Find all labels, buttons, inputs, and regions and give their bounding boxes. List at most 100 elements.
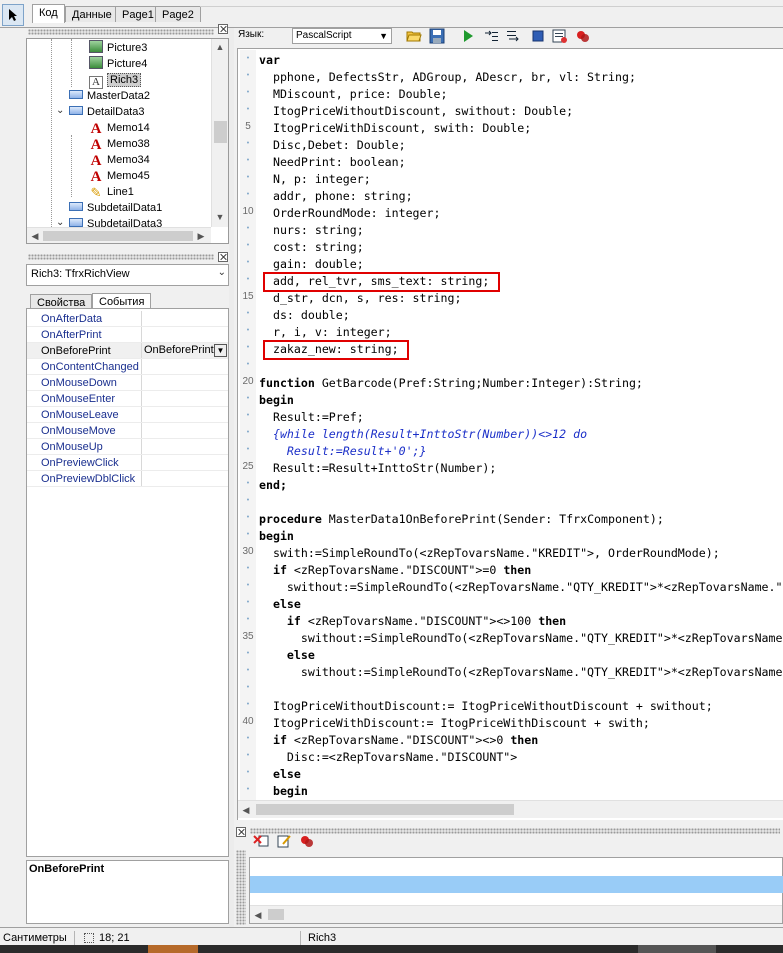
code-line[interactable]: swithout:=SimpleRoundTo(<zRepTovarsName.…: [259, 630, 783, 647]
code-line[interactable]: Result:=Pref;: [259, 409, 364, 426]
open-icon[interactable]: [406, 28, 422, 44]
code-line[interactable]: d_str, dcn, s, res: string;: [259, 290, 461, 307]
step-over-icon[interactable]: [506, 28, 522, 44]
code-text[interactable]: var pphone, DefectsStr, ADGroup, ADescr,…: [259, 52, 783, 800]
code-line[interactable]: function GetBarcode(Pref:String;Number:I…: [259, 375, 643, 392]
event-value[interactable]: [141, 391, 228, 406]
close-icon[interactable]: [236, 827, 246, 837]
edit-icon[interactable]: [276, 833, 292, 849]
code-horizontal-scrollbar[interactable]: ◀: [238, 800, 783, 818]
scroll-left-icon[interactable]: ◀: [27, 228, 43, 243]
object-select[interactable]: Rich3: TfrxRichView ⌄: [26, 264, 229, 286]
event-row[interactable]: OnMouseEnter: [27, 391, 228, 407]
close-icon[interactable]: [218, 24, 228, 34]
code-line[interactable]: if <zRepTovarsName."DISCOUNT"><>100 then: [259, 613, 566, 630]
scroll-up-icon[interactable]: ▲: [212, 39, 228, 55]
event-row-selected[interactable]: OnBeforePrint OnBeforePrint ▼: [27, 343, 228, 359]
log-horizontal-scrollbar[interactable]: ◀: [250, 905, 782, 923]
panel-grip[interactable]: [28, 254, 214, 260]
event-row[interactable]: OnContentChanged: [27, 359, 228, 375]
code-line[interactable]: ItogPriceWithDiscount:= ItogPriceWithDis…: [259, 715, 650, 732]
code-line[interactable]: swithout:=SimpleRoundTo(<zRepTovarsName.…: [259, 579, 783, 596]
code-line[interactable]: Disc,Debet: Double;: [259, 137, 406, 154]
code-line[interactable]: cost: string;: [259, 239, 364, 256]
code-line[interactable]: var: [259, 52, 280, 69]
taskbar-item[interactable]: [638, 945, 716, 953]
code-line[interactable]: Result:=Result+'0';}: [259, 443, 427, 460]
event-row[interactable]: OnMouseLeave: [27, 407, 228, 423]
tab-page2[interactable]: Page2: [155, 6, 201, 22]
tab-properties[interactable]: Свойства: [30, 294, 93, 309]
tab-page1[interactable]: Page1: [115, 6, 161, 22]
event-value[interactable]: [141, 311, 228, 326]
code-line[interactable]: else: [259, 766, 301, 783]
event-value[interactable]: [141, 439, 228, 454]
code-line[interactable]: swithout:=SimpleRoundTo(<zRepTovarsName.…: [259, 664, 783, 681]
code-line[interactable]: pphone, DefectsStr, ADGroup, ADescr, br,…: [259, 69, 636, 86]
tree-item[interactable]: DetailData3: [69, 104, 144, 120]
tab-events[interactable]: События: [92, 293, 152, 309]
code-line[interactable]: {while length(Result+InttoStr(Number))<>…: [259, 426, 587, 443]
report-tree[interactable]: Picture3 Picture4 A Rich3 MasterData2 ⌄ D…: [26, 38, 229, 244]
tree-item[interactable]: A Memo34: [89, 152, 150, 169]
code-line[interactable]: Disc:=<zRepTovarsName."DISCOUNT">: [259, 749, 517, 766]
language-select[interactable]: PascalScript ▼: [292, 28, 392, 44]
event-value[interactable]: [141, 327, 228, 342]
tree-item[interactable]: A Memo14: [89, 120, 150, 137]
event-row[interactable]: OnPreviewDblClick: [27, 471, 228, 487]
code-line[interactable]: procedure MasterData1OnBeforePrint(Sende…: [259, 511, 664, 528]
event-row[interactable]: OnAfterData: [27, 311, 228, 327]
scroll-thumb[interactable]: [43, 231, 193, 241]
event-value[interactable]: [141, 359, 228, 374]
event-row[interactable]: OnAfterPrint: [27, 327, 228, 343]
scroll-down-icon[interactable]: ▼: [212, 209, 228, 225]
tree-item[interactable]: Picture4: [89, 56, 147, 72]
tree-item[interactable]: A Memo45: [89, 168, 150, 185]
scroll-thumb[interactable]: [268, 909, 284, 920]
panel-grip[interactable]: [28, 29, 214, 35]
event-value[interactable]: OnBeforePrint ▼: [141, 343, 228, 358]
code-line[interactable]: begin: [259, 783, 308, 800]
code-line[interactable]: begin: [259, 392, 294, 409]
clear-icon[interactable]: [253, 833, 269, 849]
tree-horizontal-scrollbar[interactable]: ◀ ▶: [27, 227, 211, 243]
event-value[interactable]: [141, 471, 228, 486]
code-line[interactable]: ItogPriceWithDiscount, swith: Double;: [259, 120, 531, 137]
code-line[interactable]: ItogPriceWithoutDiscount, swithout: Doub…: [259, 103, 573, 120]
event-row[interactable]: OnPreviewClick: [27, 455, 228, 471]
code-line[interactable]: OrderRoundMode: integer;: [259, 205, 441, 222]
scroll-left-icon[interactable]: ◀: [250, 907, 266, 923]
event-value[interactable]: [141, 423, 228, 438]
tree-item[interactable]: Picture3: [89, 40, 147, 56]
save-icon[interactable]: [429, 28, 445, 44]
code-line[interactable]: gain: double;: [259, 256, 364, 273]
scroll-thumb[interactable]: [256, 804, 514, 815]
tree-item-selected[interactable]: A Rich3: [89, 72, 142, 89]
panel-grip[interactable]: [236, 850, 246, 925]
log-selected-row[interactable]: [250, 876, 783, 893]
taskbar-item[interactable]: [148, 945, 198, 953]
tree-item[interactable]: SubdetailData1: [69, 200, 162, 216]
chevron-down-icon[interactable]: ⌄: [56, 105, 64, 116]
panel-splitter[interactable]: [229, 28, 234, 927]
breakpoint-icon[interactable]: [299, 833, 315, 849]
scroll-right-icon[interactable]: ▶: [193, 228, 209, 243]
code-line[interactable]: begin: [259, 528, 294, 545]
code-line[interactable]: NeedPrint: boolean;: [259, 154, 406, 171]
code-line[interactable]: else: [259, 596, 301, 613]
event-value[interactable]: [141, 407, 228, 422]
event-row[interactable]: OnMouseMove: [27, 423, 228, 439]
code-line[interactable]: if <zRepTovarsName."DISCOUNT">=0 then: [259, 562, 531, 579]
code-line[interactable]: MDiscount, price: Double;: [259, 86, 448, 103]
stop-icon[interactable]: [530, 28, 546, 44]
evaluate-icon[interactable]: [552, 28, 568, 44]
scroll-thumb[interactable]: [214, 121, 227, 143]
code-line[interactable]: Result:=Result+InttoStr(Number);: [259, 460, 496, 477]
code-line[interactable]: ItogPriceWithoutDiscount:= ItogPriceWith…: [259, 698, 713, 715]
chevron-down-icon[interactable]: ⌄: [218, 267, 226, 278]
code-line[interactable]: swith:=SimpleRoundTo(<zRepTovarsName."KR…: [259, 545, 720, 562]
code-line[interactable]: else: [259, 647, 315, 664]
close-icon[interactable]: [218, 252, 228, 262]
scroll-left-icon[interactable]: ◀: [238, 802, 254, 818]
event-value[interactable]: [141, 375, 228, 390]
